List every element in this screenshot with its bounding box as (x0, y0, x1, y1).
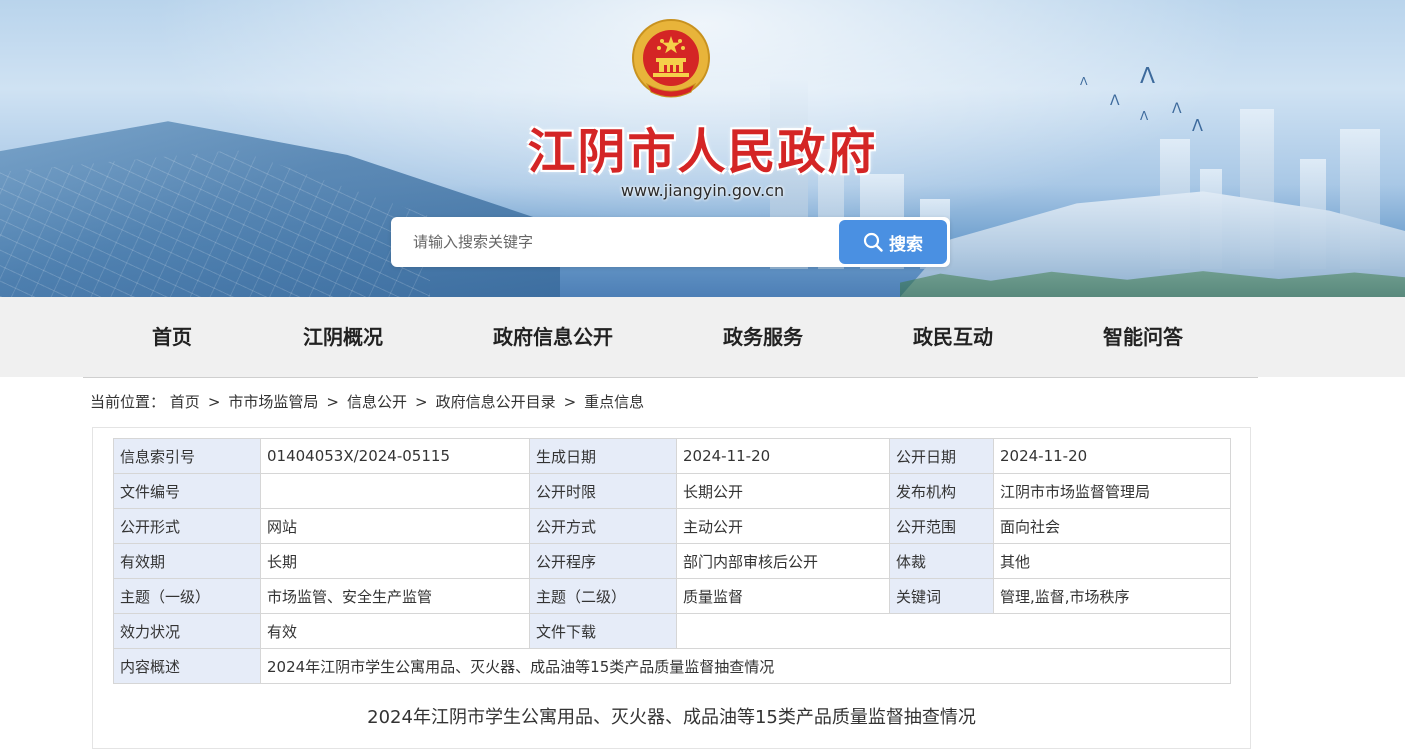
field-label: 文件下载 (529, 613, 677, 649)
field-value: 市场监管、安全生产监管 (260, 578, 530, 614)
content-panel: 信息索引号 01404053X/2024-05115 生成日期 2024-11-… (92, 427, 1251, 749)
field-value: 网站 (260, 508, 530, 544)
field-value: 江阴市市场监督管理局 (993, 473, 1231, 509)
search-button-label: 搜索 (889, 234, 923, 255)
field-label: 公开方式 (529, 508, 677, 544)
field-value: 有效 (260, 613, 530, 649)
main-nav: 首页 江阴概况 政府信息公开 政务服务 政民互动 智能问答 (0, 297, 1405, 377)
table-row: 文件编号 公开时限 长期公开 发布机构 江阴市市场监督管理局 (113, 473, 1231, 509)
national-emblem-icon (631, 18, 711, 102)
field-label: 有效期 (113, 543, 261, 579)
breadcrumb-info-disclosure[interactable]: 信息公开 (347, 393, 407, 411)
field-value: 主动公开 (676, 508, 890, 544)
field-label: 效力状况 (113, 613, 261, 649)
breadcrumb-catalog[interactable]: 政府信息公开目录 (436, 393, 556, 411)
field-label: 文件编号 (113, 473, 261, 509)
nav-item-home[interactable]: 首页 (152, 297, 192, 377)
field-value: 2024-11-20 (676, 438, 890, 474)
site-title: 江阴市人民政府 (527, 124, 878, 180)
field-label: 主题（一级） (113, 578, 261, 614)
table-row: 信息索引号 01404053X/2024-05115 生成日期 2024-11-… (113, 438, 1231, 474)
breadcrumb-key-info[interactable]: 重点信息 (584, 393, 644, 411)
site-url: www.jiangyin.gov.cn (620, 181, 785, 200)
table-row: 主题（一级） 市场监管、安全生产监管 主题（二级） 质量监督 关键词 管理,监督… (113, 578, 1231, 614)
field-value: 2024-11-20 (993, 438, 1231, 474)
nav-item-smart-qa[interactable]: 智能问答 (1103, 297, 1183, 377)
nav-item-overview[interactable]: 江阴概况 (303, 297, 383, 377)
field-value: 长期公开 (676, 473, 890, 509)
breadcrumb-home[interactable]: 首页 (170, 393, 200, 411)
field-value: 01404053X/2024-05115 (260, 438, 530, 474)
search-input[interactable] (391, 217, 831, 267)
field-value: 其他 (993, 543, 1231, 579)
article-title: 2024年江阴市学生公寓用品、灭火器、成品油等15类产品质量监督抽查情况 (367, 707, 976, 728)
field-label: 公开程序 (529, 543, 677, 579)
search-icon (863, 232, 883, 252)
field-label: 信息索引号 (113, 438, 261, 474)
summary-value: 2024年江阴市学生公寓用品、灭火器、成品油等15类产品质量监督抽查情况 (260, 648, 1231, 684)
field-value: 长期 (260, 543, 530, 579)
field-label: 公开形式 (113, 508, 261, 544)
field-label: 内容概述 (113, 648, 261, 684)
search-bar: 搜索 (391, 217, 950, 267)
bird-icon: ᐱ (1080, 75, 1088, 88)
info-table: 信息索引号 01404053X/2024-05115 生成日期 2024-11-… (113, 438, 1231, 684)
field-value: 面向社会 (993, 508, 1231, 544)
table-row: 内容概述 2024年江阴市学生公寓用品、灭火器、成品油等15类产品质量监督抽查情… (113, 648, 1231, 684)
breadcrumb-market-bureau[interactable]: 市市场监管局 (228, 393, 318, 411)
table-row: 效力状况 有效 文件下载 (113, 613, 1231, 649)
header-banner: ᐱ ᐱ ᐱ ᐱ ᐱ ᐱ 江阴市人民政府 www.jiangyin.gov.cn (0, 0, 1405, 297)
breadcrumb-prefix: 当前位置： (90, 393, 166, 411)
field-label: 生成日期 (529, 438, 677, 474)
bird-icon: ᐱ (1140, 64, 1156, 89)
field-label: 主题（二级） (529, 578, 677, 614)
field-value (260, 473, 530, 509)
nav-item-info-disclosure[interactable]: 政府信息公开 (493, 297, 613, 377)
field-value: 质量监督 (676, 578, 890, 614)
field-label: 公开范围 (889, 508, 994, 544)
breadcrumb: 当前位置： 首页 > 市市场监管局 > 信息公开 > 政府信息公开目录 > 重点信息 (90, 393, 645, 411)
nav-item-services[interactable]: 政务服务 (723, 297, 803, 377)
table-row: 有效期 长期 公开程序 部门内部审核后公开 体裁 其他 (113, 543, 1231, 579)
field-label: 发布机构 (889, 473, 994, 509)
nav-item-interaction[interactable]: 政民互动 (913, 297, 993, 377)
field-value: 部门内部审核后公开 (676, 543, 890, 579)
field-label: 公开时限 (529, 473, 677, 509)
field-label: 关键词 (889, 578, 994, 614)
bird-icon: ᐱ (1110, 93, 1120, 109)
field-value: 管理,监督,市场秩序 (993, 578, 1231, 614)
nav-divider (83, 377, 1258, 378)
field-label: 体裁 (889, 543, 994, 579)
file-download-cell (676, 613, 1231, 649)
table-row: 公开形式 网站 公开方式 主动公开 公开范围 面向社会 (113, 508, 1231, 544)
search-button[interactable]: 搜索 (839, 220, 947, 264)
field-label: 公开日期 (889, 438, 994, 474)
